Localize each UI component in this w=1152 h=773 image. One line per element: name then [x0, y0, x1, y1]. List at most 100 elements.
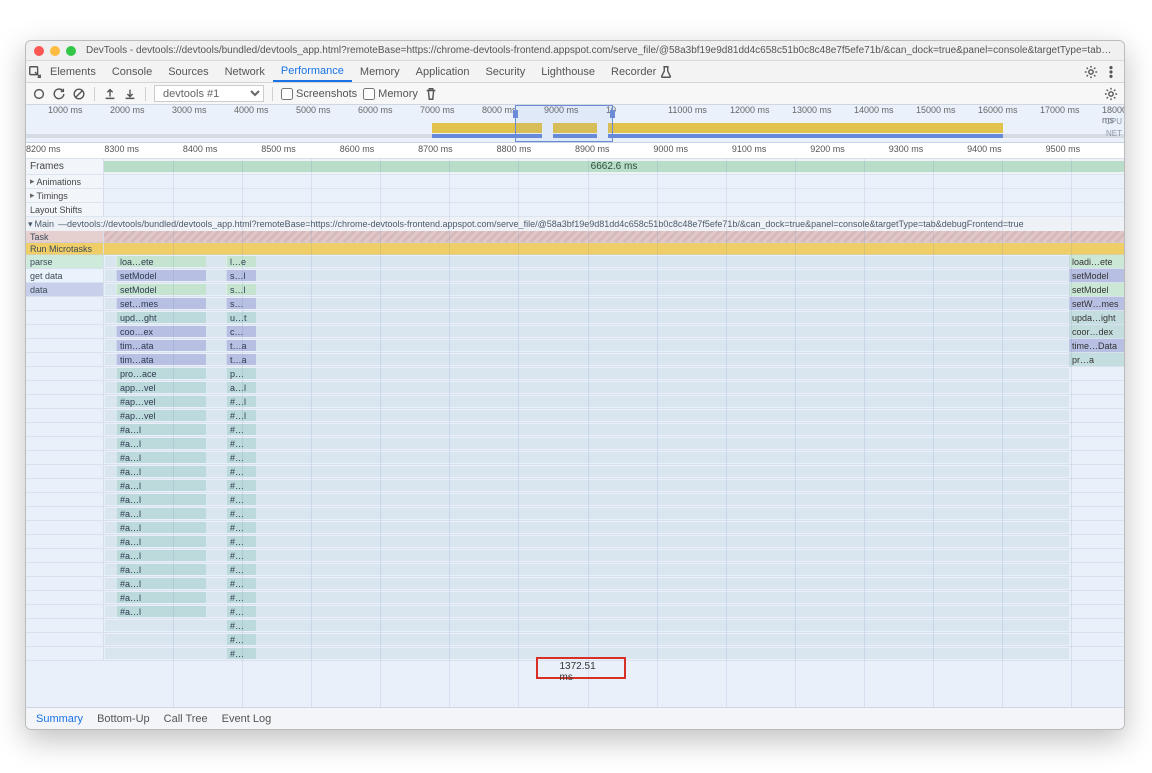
- flame-bar[interactable]: a…l: [226, 382, 256, 393]
- flame-bar[interactable]: #…: [226, 620, 256, 631]
- flame-row[interactable]: upd…ght u…t upda…ight: [26, 311, 1124, 325]
- close-window-button[interactable]: [34, 46, 44, 56]
- flame-bar[interactable]: tim…ata: [116, 340, 206, 351]
- overview-handle-left[interactable]: [513, 110, 518, 118]
- flame-row[interactable]: #a…l #…: [26, 577, 1124, 591]
- flame-bar[interactable]: tim…ata: [116, 354, 206, 365]
- flame-bar[interactable]: #a…l: [116, 578, 206, 589]
- flame-bar[interactable]: #…: [226, 508, 256, 519]
- flame-row[interactable]: #ap…vel#…l: [26, 395, 1124, 409]
- tab-bottom-up[interactable]: Bottom-Up: [97, 713, 150, 725]
- flame-bar[interactable]: pro…ace: [116, 368, 206, 379]
- flame-bar[interactable]: u…t: [226, 312, 256, 323]
- flame-bar[interactable]: upd…ght: [116, 312, 206, 323]
- flame-row[interactable]: #a…l #…: [26, 535, 1124, 549]
- flame-row[interactable]: #a…l#…: [26, 479, 1124, 493]
- screenshots-checkbox[interactable]: Screenshots: [281, 88, 357, 100]
- flame-row[interactable]: get datasetModels…lsetModel: [26, 269, 1124, 283]
- record-icon[interactable]: [32, 87, 46, 101]
- flame-right-label[interactable]: upda…ight: [1069, 311, 1124, 324]
- overview-window[interactable]: [515, 105, 614, 142]
- flame-bar[interactable]: c…: [226, 326, 256, 337]
- minimize-window-button[interactable]: [50, 46, 60, 56]
- flame-bar[interactable]: #…l: [226, 410, 256, 421]
- flame-row[interactable]: #a…l #…: [26, 437, 1124, 451]
- flame-bar[interactable]: s…l: [226, 284, 256, 295]
- flame-bar[interactable]: setModel: [116, 284, 206, 295]
- flame-row[interactable]: #a…l #…: [26, 549, 1124, 563]
- flame-bar[interactable]: #…: [226, 564, 256, 575]
- tab-elements[interactable]: Elements: [42, 61, 104, 82]
- flame-row[interactable]: #a…l #…: [26, 521, 1124, 535]
- flame-bar[interactable]: #ap…vel: [116, 410, 206, 421]
- tab-memory[interactable]: Memory: [352, 61, 408, 82]
- tab-security[interactable]: Security: [477, 61, 533, 82]
- flame-bar[interactable]: #…l: [226, 396, 256, 407]
- reload-icon[interactable]: [52, 87, 66, 101]
- flame-bar[interactable]: #…: [226, 424, 256, 435]
- flame-bar[interactable]: #…: [226, 438, 256, 449]
- flame-right-label[interactable]: setModel: [1069, 269, 1124, 282]
- flame-right-label[interactable]: setModel: [1069, 283, 1124, 296]
- tab-application[interactable]: Application: [408, 61, 478, 82]
- animations-track[interactable]: ▸Animations: [26, 175, 1124, 189]
- flame-row[interactable]: coo…exc…coor…dex: [26, 325, 1124, 339]
- flame-bar[interactable]: #…: [226, 480, 256, 491]
- flame-row[interactable]: #a…l#…: [26, 423, 1124, 437]
- frames-bar[interactable]: 6662.6 ms: [104, 161, 1124, 172]
- gear-icon[interactable]: [1084, 65, 1098, 79]
- timeline-overview[interactable]: 1000 ms2000 ms3000 ms4000 ms5000 ms6000 …: [26, 105, 1124, 143]
- flame-bar[interactable]: #a…l: [116, 494, 206, 505]
- flame-bar[interactable]: #…: [226, 606, 256, 617]
- timings-track[interactable]: ▸Timings: [26, 189, 1124, 203]
- flame-bar[interactable]: #…: [226, 522, 256, 533]
- more-icon[interactable]: [1104, 65, 1118, 79]
- flame-bar[interactable]: #a…l: [116, 466, 206, 477]
- tab-lighthouse[interactable]: Lighthouse: [533, 61, 603, 82]
- flame-bar[interactable]: t…a: [226, 354, 256, 365]
- flame-bar[interactable]: #a…l: [116, 550, 206, 561]
- flame-row[interactable]: #a…l #…: [26, 465, 1124, 479]
- flame-bar[interactable]: #…: [226, 550, 256, 561]
- flame-bar[interactable]: #a…l: [116, 522, 206, 533]
- flame-row[interactable]: datasetModels…lsetModel: [26, 283, 1124, 297]
- flame-right-label[interactable]: coor…dex: [1069, 325, 1124, 338]
- overview-handle-right[interactable]: [610, 110, 615, 118]
- flame-row[interactable]: #…: [26, 619, 1124, 633]
- tab-sources[interactable]: Sources: [160, 61, 216, 82]
- flame-bar[interactable]: #…: [226, 536, 256, 547]
- tab-recorder[interactable]: Recorder: [603, 61, 681, 82]
- flame-bar[interactable]: #a…l: [116, 536, 206, 547]
- flame-bar[interactable]: #a…l: [116, 438, 206, 449]
- flame-row[interactable]: #a…l#…: [26, 591, 1124, 605]
- flame-bar[interactable]: #…: [226, 578, 256, 589]
- flame-bar[interactable]: s…: [226, 298, 256, 309]
- memory-checkbox[interactable]: Memory: [363, 88, 418, 100]
- tab-event-log[interactable]: Event Log: [222, 713, 272, 725]
- flame-row[interactable]: #a…l#…: [26, 507, 1124, 521]
- flame-right-label[interactable]: time…Data: [1069, 339, 1124, 352]
- flame-row[interactable]: tim…ata t…a time…Data: [26, 339, 1124, 353]
- settings-gear-icon[interactable]: [1104, 87, 1118, 101]
- flame-row[interactable]: app…vel a…l: [26, 381, 1124, 395]
- download-icon[interactable]: [123, 87, 137, 101]
- flame-bar[interactable]: t…a: [226, 340, 256, 351]
- flame-bar[interactable]: #a…l: [116, 606, 206, 617]
- flamechart-area[interactable]: Frames 6662.6 ms ▸Animations ▸Timings La…: [26, 159, 1124, 707]
- profile-selector[interactable]: devtools #1: [154, 85, 264, 102]
- flame-row[interactable]: set…mess…setW…mes: [26, 297, 1124, 311]
- flame-row[interactable]: #…: [26, 633, 1124, 647]
- flame-row[interactable]: #a…l #…: [26, 451, 1124, 465]
- flame-right-label[interactable]: pr…a: [1069, 353, 1124, 366]
- flame-bar[interactable]: #…: [226, 466, 256, 477]
- flame-bar[interactable]: #a…l: [116, 452, 206, 463]
- flame-bar[interactable]: #…: [226, 452, 256, 463]
- clear-icon[interactable]: [72, 87, 86, 101]
- flame-row[interactable]: tim…ata t…a pr…a: [26, 353, 1124, 367]
- tab-performance[interactable]: Performance: [273, 61, 352, 82]
- tab-console[interactable]: Console: [104, 61, 160, 82]
- timeline-ruler[interactable]: 8200 ms8300 ms8400 ms8500 ms8600 ms8700 …: [26, 143, 1124, 159]
- caret-right-icon[interactable]: ▸: [30, 176, 35, 187]
- flame-bar[interactable]: app…vel: [116, 382, 206, 393]
- microtasks-row[interactable]: Run Microtasks: [26, 243, 1124, 255]
